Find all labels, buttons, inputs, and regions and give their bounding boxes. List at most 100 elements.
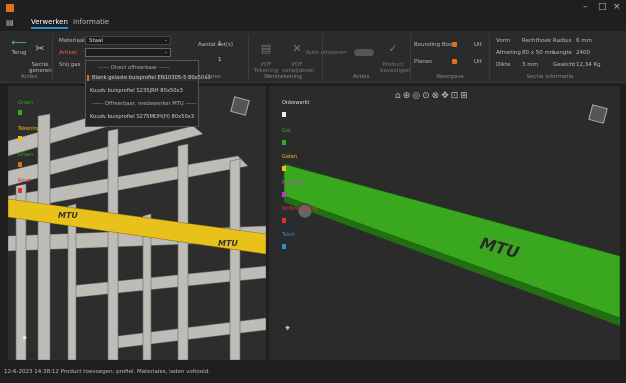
legend-label: Rood <box>18 178 31 184</box>
legend-label: Tekst <box>282 232 295 238</box>
info-shape-label: Vorm <box>496 38 511 44</box>
quantity-value-2: 1 <box>218 57 222 63</box>
dropdown-header-mtu: ------ Offreerbaar, medewerker MTU -----… <box>92 101 197 107</box>
legend-swatch <box>282 218 286 223</box>
section-label: Sectie generen <box>29 62 52 74</box>
group-weergave: Weergave <box>436 74 464 80</box>
material-select[interactable]: Staal ⌄ <box>85 36 171 45</box>
quantity-input-2[interactable]: 1 <box>215 56 245 65</box>
legend-swatch <box>282 112 286 117</box>
profile-model: MTU <box>283 163 620 326</box>
legend-label: Groen <box>18 152 34 158</box>
separator <box>52 34 53 80</box>
3d-viewport[interactable]: MTU MTU Groen Tekening Groen Rood ⌖ MTU … <box>8 86 620 360</box>
legend-label: Gaten <box>282 154 298 160</box>
legend-label: Onbewerkt <box>282 100 310 106</box>
separator <box>410 34 411 80</box>
dropdown-option-1[interactable]: Blank gelaste buisprofiel EN10305-5 80x5… <box>87 75 211 81</box>
menu-icon[interactable]: ▤ <box>6 18 14 27</box>
chevron-down-icon: ⌄ <box>163 37 168 43</box>
info-weight-label: Gewicht <box>553 62 576 68</box>
checkmark-icon: ✓ <box>388 42 398 55</box>
auto-execute-label: Auto uitvoeren <box>306 50 347 56</box>
arrow-left-icon: ⟵ <box>11 36 27 49</box>
quantity-value: 1 <box>218 41 222 47</box>
info-shape-value: Rechthoek <box>522 38 552 44</box>
info-length-value: 2400 <box>576 50 590 56</box>
bounding-box-label: Bounding Box <box>414 42 453 48</box>
confirm-product-label: Product bevestigen <box>380 62 411 74</box>
back-label: Terug <box>11 50 27 56</box>
article-label: Artikel <box>59 50 77 56</box>
maximize-icon[interactable]: □ <box>598 2 607 12</box>
material-value: Staal <box>89 38 103 44</box>
mtu-logo-engraving: MTU <box>58 211 78 220</box>
bounding-box-value: Uit <box>474 42 482 48</box>
dropdown-header-direct: ------ Direct offreerbaar ------ <box>98 65 171 71</box>
close-icon[interactable]: × <box>613 2 621 12</box>
legend-swatch <box>18 110 22 115</box>
cut-gas-label: Snij gas <box>59 62 81 68</box>
legend-swatch <box>282 192 286 197</box>
section-generate-button[interactable]: ✂ Sectie generen <box>29 37 52 74</box>
tab-verwerken[interactable]: Verwerken <box>31 18 68 29</box>
info-radius-label: Radius <box>553 38 572 44</box>
pdf-drawing-label: PDF Tekening <box>254 62 279 74</box>
legend-swatch <box>18 136 22 141</box>
legend-swatch <box>282 140 286 145</box>
chevron-down-icon: ⌄ <box>163 49 168 55</box>
group-section-info: Sectie informatie <box>526 74 574 80</box>
confirm-product-button[interactable]: ✓ Product bevestigen <box>380 37 410 74</box>
document-icon: ▤ <box>260 42 272 55</box>
article-dropdown: ------ Direct offreerbaar ------ Blank g… <box>85 60 211 127</box>
planes-indicator[interactable] <box>452 59 457 64</box>
group-acties-2: Acties <box>352 74 370 80</box>
bounding-box-indicator[interactable] <box>452 42 457 47</box>
quantity-input[interactable]: 1 <box>215 40 245 49</box>
axis-triad-icon: ⌖ <box>22 334 28 344</box>
legend-swatch <box>282 166 286 171</box>
separator <box>248 34 249 80</box>
pdf-delete-label: PDF verwijderen <box>282 62 315 74</box>
article-select[interactable]: ⌄ <box>85 48 171 57</box>
separator <box>489 34 490 80</box>
planes-value: Uit <box>474 59 482 65</box>
back-button[interactable]: ⟵ Terug <box>9 37 29 56</box>
pdf-drawing-button[interactable]: ▤ PDF Tekening <box>254 37 278 74</box>
dropdown-option-2[interactable]: Koudv buisprofiel S235JRH 80x50x3 <box>90 88 183 94</box>
info-radius-value: 6 mm <box>576 38 592 44</box>
legend-label: Kruisgat <box>282 180 303 186</box>
view-toolbar[interactable]: ⌂⊕◎⊙⊗✥⊡⊞ <box>395 91 470 101</box>
mtu-logo-engraving: MTU <box>218 239 238 248</box>
legend-label: Gat <box>282 128 291 134</box>
tab-informatie[interactable]: Informatie <box>73 18 109 26</box>
info-length-label: Lengte <box>553 50 572 56</box>
info-weight-value: 12,34 Kg <box>576 62 601 68</box>
legend-label: Stiftmarkering <box>282 206 318 212</box>
minimize-icon[interactable]: – <box>583 2 588 12</box>
legend-label: Tekening <box>18 126 40 132</box>
scissors-icon: ✂ <box>35 42 45 55</box>
green-profile-tube[interactable] <box>283 163 620 319</box>
legend-swatch <box>18 162 22 167</box>
info-dimension-label: Afmeting <box>496 50 521 56</box>
legend-label: Groen <box>18 100 34 106</box>
info-thickness-value: 3 mm <box>522 62 538 68</box>
group-werktekening: Werktekening <box>264 74 302 80</box>
material-label: Materiaal <box>59 38 85 44</box>
group-acties: Acties <box>20 74 38 80</box>
legend-swatch <box>18 188 22 193</box>
status-text: 12-6-2023 14:38:12 Product toevoegen: pr… <box>4 369 210 375</box>
auto-execute-toggle[interactable] <box>354 49 374 56</box>
tab-bar: ▤ Verwerken Informatie <box>0 17 626 31</box>
dropdown-option-3[interactable]: Koudv buisprofiel S275MDH(H) 80x50x3 <box>90 114 194 120</box>
legend-swatch <box>282 244 286 249</box>
assembly-view[interactable]: MTU MTU Groen Tekening Groen Rood ⌖ <box>8 86 267 360</box>
part-view[interactable]: MTU Onbewerkt Gat Gaten Kruisgat Stiftma… <box>269 86 620 360</box>
info-thickness-label: Dikte <box>496 62 511 68</box>
axis-triad-icon: ⌖ <box>285 324 291 334</box>
title-bar: – □ × <box>0 0 626 17</box>
status-bar: 12-6-2023 14:38:12 Product toevoegen: pr… <box>0 362 626 383</box>
planes-label: Planes <box>414 59 432 65</box>
app-logo <box>6 4 14 12</box>
